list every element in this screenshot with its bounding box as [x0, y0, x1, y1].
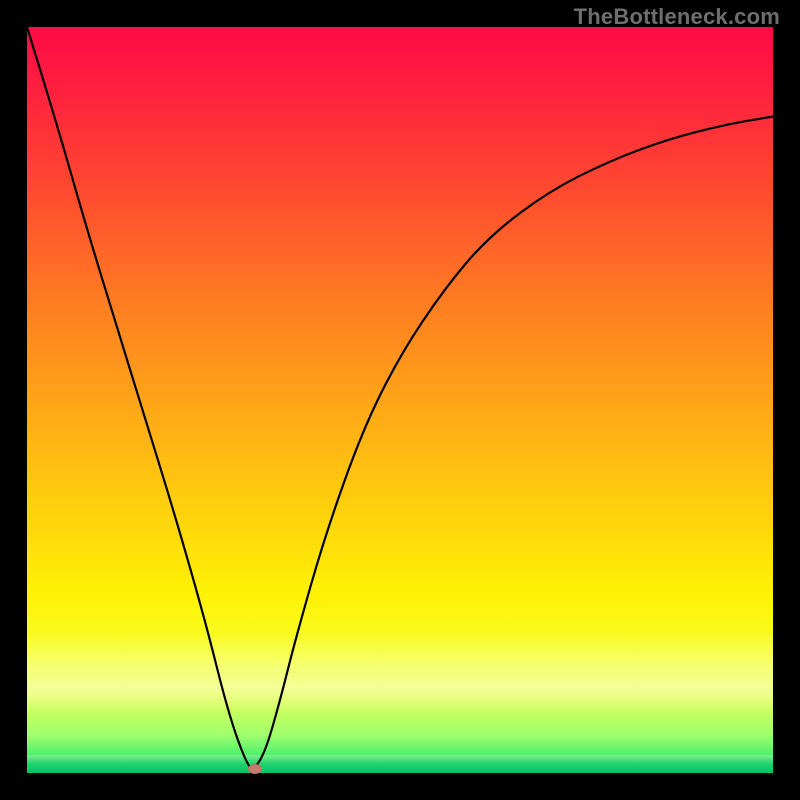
bottleneck-curve-path: [27, 27, 773, 768]
vertex-marker: [248, 764, 262, 774]
curve-svg: [27, 27, 773, 773]
watermark-text: TheBottleneck.com: [574, 4, 780, 30]
chart-frame: TheBottleneck.com: [0, 0, 800, 800]
plot-area: [27, 27, 773, 773]
